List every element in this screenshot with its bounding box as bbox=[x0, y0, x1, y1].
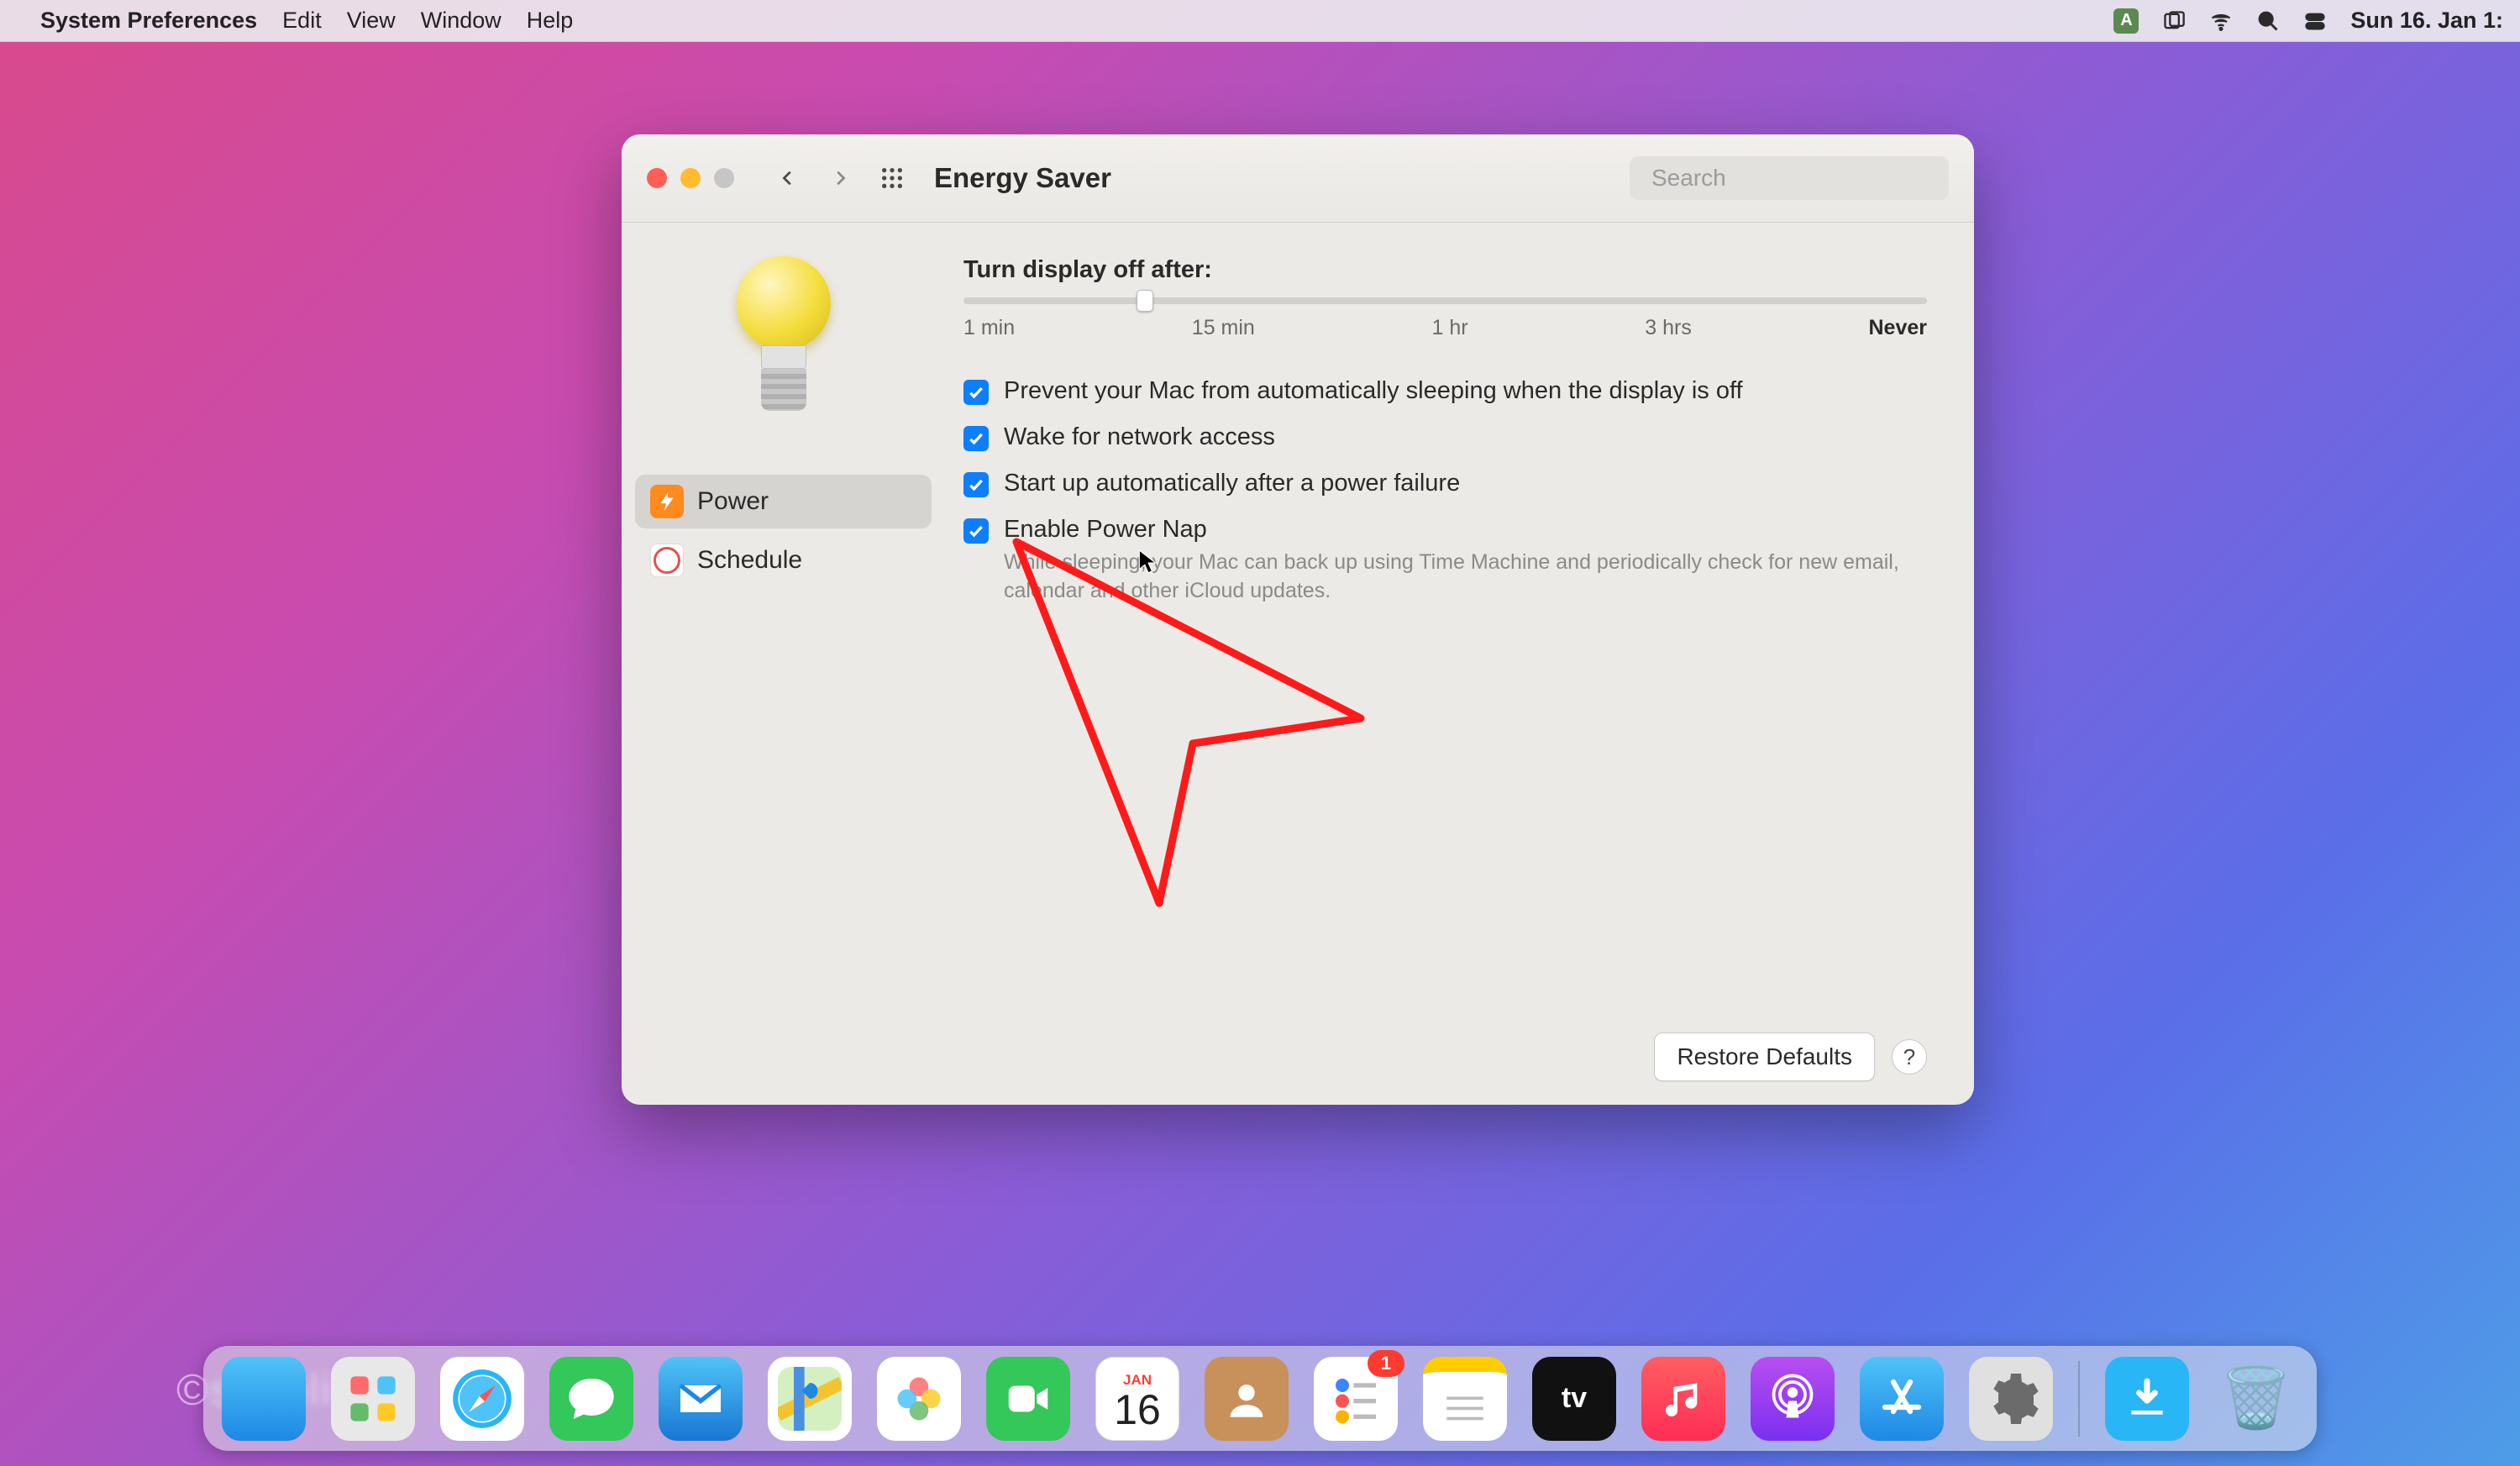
dock-maps[interactable] bbox=[768, 1357, 852, 1441]
dock-trash[interactable]: 🗑️ bbox=[2214, 1357, 2298, 1441]
checkbox-checked-icon[interactable] bbox=[963, 518, 989, 544]
prefs-search-input[interactable] bbox=[1651, 165, 1955, 192]
opt-label: Start up automatically after a power fai… bbox=[1004, 470, 1460, 497]
dock-messages[interactable] bbox=[549, 1357, 633, 1441]
opt-label: Enable Power Nap bbox=[1004, 516, 1927, 544]
menubar-clock[interactable]: Sun 16. Jan 1: bbox=[2350, 8, 2503, 34]
dock-photos[interactable] bbox=[877, 1357, 961, 1441]
prefs-search[interactable] bbox=[1630, 156, 1949, 200]
cursor-icon bbox=[1138, 549, 1157, 575]
power-icon bbox=[650, 485, 684, 518]
dock-music[interactable] bbox=[1641, 1357, 1725, 1441]
menubar: System Preferences Edit View Window Help… bbox=[0, 0, 2520, 42]
opt-power-nap[interactable]: Enable Power Nap While sleeping, your Ma… bbox=[963, 516, 1927, 606]
nav-back-button[interactable] bbox=[769, 160, 806, 197]
energy-saver-bulb-icon bbox=[729, 256, 838, 441]
dock-system-preferences[interactable] bbox=[1969, 1357, 2053, 1441]
wifi-icon[interactable] bbox=[2209, 9, 2233, 33]
dock-podcasts[interactable] bbox=[1751, 1357, 1835, 1441]
traffic-lights bbox=[647, 168, 734, 188]
dock-calendar[interactable]: JAN 16 bbox=[1095, 1357, 1179, 1441]
prefs-sidebar: Power Schedule bbox=[622, 223, 945, 1105]
opt-startup-power-failure[interactable]: Start up automatically after a power fai… bbox=[963, 470, 1927, 497]
display-off-heading: Turn display off after: bbox=[963, 256, 1927, 284]
window-title: Energy Saver bbox=[934, 162, 1111, 194]
titlebar: Energy Saver bbox=[622, 134, 1974, 223]
nav-forward-button bbox=[822, 160, 858, 197]
show-all-button[interactable] bbox=[874, 160, 911, 197]
slider-thumb[interactable] bbox=[1137, 290, 1153, 312]
checkbox-checked-icon[interactable] bbox=[963, 472, 989, 497]
dock-reminders[interactable] bbox=[1314, 1357, 1398, 1441]
restore-defaults-button[interactable]: Restore Defaults bbox=[1654, 1033, 1875, 1081]
sidebar-item-schedule[interactable]: Schedule bbox=[635, 533, 932, 587]
help-button[interactable]: ? bbox=[1892, 1039, 1927, 1075]
menu-window[interactable]: Window bbox=[421, 8, 501, 34]
dock-launchpad[interactable] bbox=[331, 1357, 415, 1441]
dock-separator bbox=[2078, 1361, 2080, 1437]
opt-label: Prevent your Mac from automatically slee… bbox=[1004, 377, 1743, 405]
menu-help[interactable]: Help bbox=[527, 8, 574, 34]
menu-edit[interactable]: Edit bbox=[282, 8, 322, 34]
stage-manager-icon[interactable] bbox=[2162, 9, 2186, 33]
sidebar-item-power[interactable]: Power bbox=[635, 475, 932, 528]
window-zoom-button bbox=[714, 168, 734, 188]
schedule-icon bbox=[650, 544, 684, 577]
window-close-button[interactable] bbox=[647, 168, 667, 188]
prefs-window: Energy Saver Power Schedule Turn disp bbox=[622, 134, 1974, 1105]
opt-prevent-sleep[interactable]: Prevent your Mac from automatically slee… bbox=[963, 377, 1927, 405]
dock-facetime[interactable] bbox=[986, 1357, 1070, 1441]
spotlight-icon[interactable] bbox=[2256, 9, 2280, 33]
dock: 񩠐 JAN 16 tv � bbox=[203, 1346, 2317, 1451]
checkbox-checked-icon[interactable] bbox=[963, 380, 989, 405]
display-off-slider[interactable] bbox=[963, 297, 1927, 304]
prefs-content: Turn display off after: 1 min 15 min 1 h… bbox=[945, 223, 1974, 1105]
dock-contacts[interactable] bbox=[1205, 1357, 1289, 1441]
dock-app-store[interactable] bbox=[1860, 1357, 1944, 1441]
dock-safari[interactable] bbox=[440, 1357, 524, 1441]
cal-day: 16 bbox=[1114, 1389, 1161, 1431]
checkbox-checked-icon[interactable] bbox=[963, 426, 989, 451]
opt-wake-network[interactable]: Wake for network access bbox=[963, 423, 1927, 451]
dock-downloads[interactable] bbox=[2105, 1357, 2189, 1441]
dock-mail[interactable] bbox=[659, 1357, 743, 1441]
slider-ticks: 1 min 15 min 1 hr 3 hrs Never bbox=[963, 316, 1927, 340]
sidebar-label: Power bbox=[697, 487, 769, 516]
dock-finder[interactable]: 񩠐 bbox=[222, 1357, 306, 1441]
opt-label: Wake for network access bbox=[1004, 423, 1275, 451]
window-minimize-button[interactable] bbox=[680, 168, 701, 188]
input-source-icon[interactable]: A bbox=[2113, 8, 2139, 34]
sidebar-label: Schedule bbox=[697, 546, 802, 575]
control-center-icon[interactable] bbox=[2303, 9, 2327, 33]
menu-view[interactable]: View bbox=[347, 8, 396, 34]
dock-notes[interactable] bbox=[1423, 1357, 1507, 1441]
app-menu[interactable]: System Preferences bbox=[40, 8, 257, 34]
dock-tv[interactable]: tv bbox=[1532, 1357, 1616, 1441]
